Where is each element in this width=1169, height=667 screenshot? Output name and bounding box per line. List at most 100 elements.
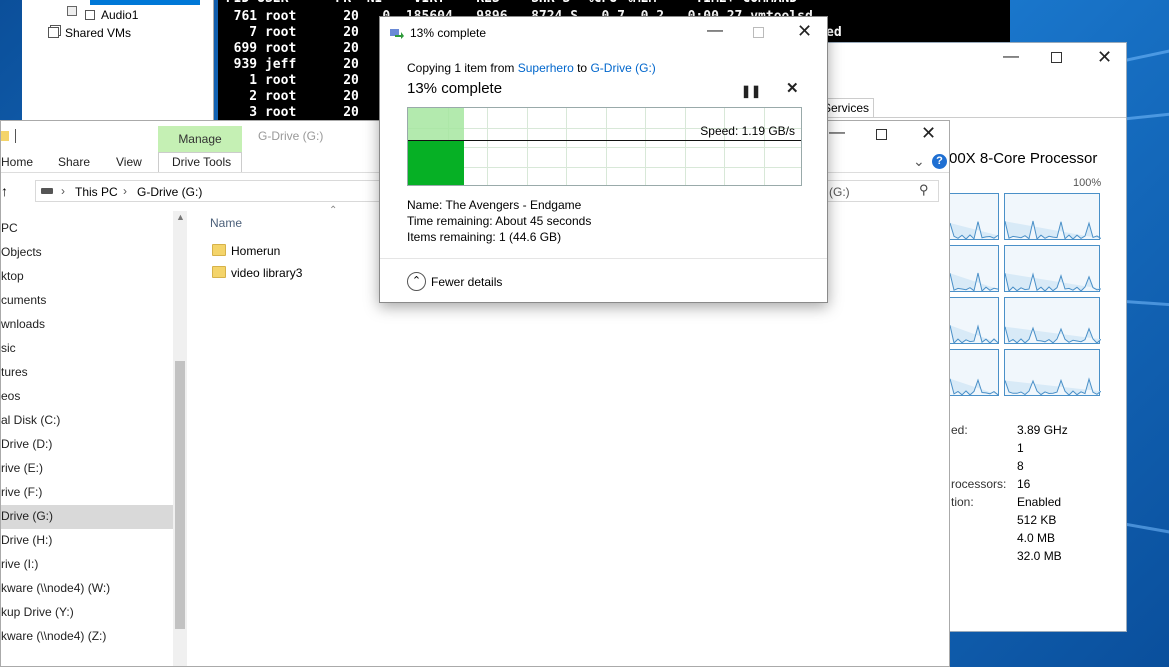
stat-value: Enabled (1017, 495, 1062, 509)
destination-link[interactable]: G-Drive (G:) (590, 61, 655, 75)
file-name: Homerun (231, 244, 281, 258)
tab-strip (871, 117, 1126, 118)
nav-item[interactable]: wnloads (1, 317, 45, 331)
tab-share[interactable]: Share (58, 155, 90, 169)
ribbon-expand-icon[interactable]: ⌄ (913, 153, 925, 170)
tab-drive-tools[interactable]: Drive Tools (172, 155, 231, 169)
graph-gridline (408, 147, 801, 148)
nav-item[interactable]: Objects (1, 245, 42, 259)
terminal-row: 699 root 20 (218, 41, 359, 56)
vm-icon (85, 10, 95, 20)
search-placeholder: (G:) (829, 185, 850, 199)
cpu-core-graph (949, 297, 999, 344)
close-button[interactable]: ✕ (1097, 48, 1112, 66)
nav-item[interactable]: Drive (D:) (1, 437, 52, 451)
vm-manager-window: Audio1 Shared VMs (22, 0, 214, 122)
breadcrumb-chevron-icon[interactable]: › (61, 184, 65, 198)
tab-home[interactable]: Home (1, 155, 33, 169)
source-link[interactable]: Superhero (518, 61, 574, 75)
terminal-header: PID USER PR NI VIRT RES SHR S %CPU %MEM … (218, 0, 797, 7)
time-remaining-line: Time remaining: About 45 seconds (407, 214, 592, 228)
copy-progress-dialog: 13% complete — ✕ Copying 1 item from Sup… (379, 16, 828, 303)
nav-item[interactable]: eos (1, 389, 20, 403)
vm-item-shared-vms[interactable]: Shared VMs (48, 26, 131, 40)
nav-item[interactable]: ktop (1, 269, 24, 283)
maximize-button[interactable] (876, 129, 887, 140)
tab-manage[interactable]: Manage (158, 126, 242, 152)
stat-label: tion: (951, 495, 974, 509)
drive-icon (41, 188, 53, 194)
stat-value: 16 (1017, 477, 1031, 491)
fewer-details-label: Fewer details (431, 275, 503, 289)
shared-vms-icon (48, 27, 59, 38)
file-name: video library3 (231, 266, 303, 280)
nav-item[interactable]: kup Drive (Y:) (1, 605, 74, 619)
selected-vm-item[interactable] (90, 0, 200, 5)
tab-view[interactable]: View (116, 155, 142, 169)
folder-icon (212, 266, 226, 278)
stat-value: 1 (1017, 441, 1024, 455)
vm-item-audio1[interactable]: Audio1 (85, 8, 138, 22)
stat-value: 4.0 MB (1017, 531, 1056, 545)
nav-item[interactable]: Drive (H:) (1, 533, 52, 547)
stat-value: 32.0 MB (1017, 549, 1062, 563)
stat-label: rocessors: (951, 477, 1007, 491)
nav-item[interactable]: cuments (1, 293, 46, 307)
up-arrow-icon[interactable]: ↑ (1, 183, 8, 199)
terminal-row: 1 root 20 (218, 73, 359, 88)
speed-line (408, 140, 801, 141)
tab-services[interactable]: Services (821, 98, 875, 118)
close-button[interactable]: ✕ (797, 22, 812, 40)
cpu-core-graph (949, 245, 999, 292)
scroll-up-icon[interactable]: ▲ (176, 212, 185, 222)
stat-value: 8 (1017, 459, 1024, 473)
nav-item[interactable]: rive (I:) (1, 557, 38, 571)
terminal-row: 2 root 20 (218, 89, 359, 104)
minimize-button[interactable]: — (829, 125, 845, 141)
terminal-fragment: ed (826, 25, 842, 40)
sort-arrow-icon: ⌃ (329, 205, 338, 216)
nav-item[interactable]: tures (1, 365, 28, 379)
items-remaining-line: Items remaining: 1 (44.6 GB) (407, 230, 562, 244)
nav-item[interactable]: al Disk (C:) (1, 413, 60, 427)
help-icon[interactable]: ? (932, 154, 947, 169)
breadcrumb-this-pc[interactable]: This PC (75, 185, 118, 199)
pause-button[interactable]: ❚❚ (741, 83, 761, 99)
maximize-button[interactable] (1051, 52, 1062, 63)
nav-item[interactable]: Drive (G:) (1, 509, 53, 523)
speed-label: Speed: 1.19 GB/s (700, 124, 795, 138)
graph-gridline (408, 166, 801, 168)
cancel-button[interactable]: ✕ (786, 81, 799, 97)
cpu-core-graph (1004, 245, 1101, 292)
transfer-speed-graph: Speed: 1.19 GB/s (407, 107, 802, 186)
minimize-button[interactable]: — (1003, 49, 1019, 65)
close-button[interactable]: ✕ (921, 124, 936, 142)
search-icon[interactable]: ⚲ (919, 182, 929, 198)
minimize-button[interactable]: — (707, 23, 723, 39)
cpu-core-graph (1004, 349, 1101, 396)
percent-max-label: 100% (1073, 177, 1102, 189)
breadcrumb-g-drive[interactable]: G-Drive (G:) (137, 185, 202, 199)
vm-icon (67, 6, 77, 16)
terminal-row: 3 root 20 (218, 105, 359, 120)
nav-item[interactable]: kware (\\node4) (Z:) (1, 629, 106, 643)
cpu-core-graph (1004, 193, 1101, 240)
column-header-name[interactable]: Name (210, 216, 242, 230)
terminal-row: 939 jeff 20 (218, 57, 359, 72)
nav-item[interactable]: sic (1, 341, 16, 355)
progress-heading: 13% complete (407, 80, 503, 97)
nav-item[interactable]: PC (1, 221, 18, 235)
stat-value: 512 KB (1017, 513, 1057, 527)
folder-icon (212, 244, 226, 256)
stat-value: 3.89 GHz (1017, 423, 1068, 437)
nav-item[interactable]: rive (F:) (1, 485, 42, 499)
cpu-core-graph (1004, 297, 1101, 344)
separator-icon (15, 129, 16, 143)
breadcrumb-chevron-icon[interactable]: › (123, 184, 127, 198)
cpu-core-graph (949, 193, 999, 240)
nav-item[interactable]: rive (E:) (1, 461, 43, 475)
cpu-core-graph (949, 349, 999, 396)
nav-scrollbar-thumb[interactable] (175, 361, 185, 629)
nav-item[interactable]: kware (\\node4) (W:) (1, 581, 110, 595)
progress-fill (408, 141, 464, 185)
